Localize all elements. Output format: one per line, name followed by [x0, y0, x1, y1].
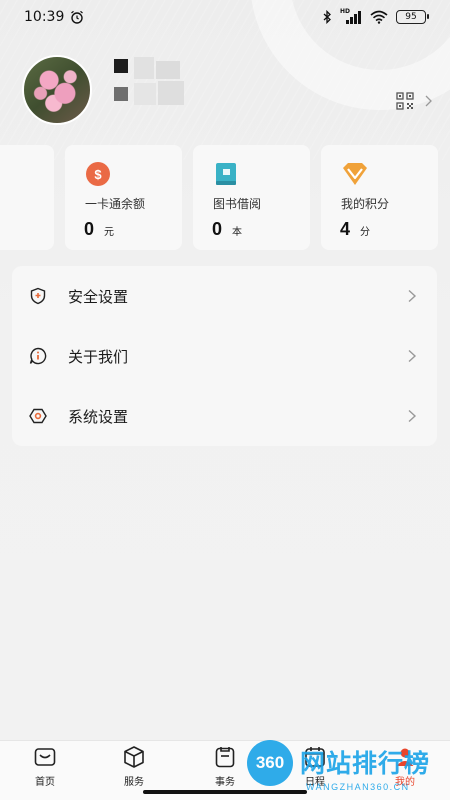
book-icon [216, 163, 236, 185]
stat-label: 一卡通余额 [85, 197, 146, 211]
nav-label: 事务 [215, 777, 235, 788]
home-icon [34, 748, 56, 766]
chevron-right-icon [408, 409, 417, 423]
stat-card-library[interactable]: 图书借阅 0 本 [193, 145, 310, 250]
stat-unit: 分 [360, 227, 371, 238]
menu-item-label: 安全设置 [68, 287, 129, 306]
cube-icon [124, 746, 144, 768]
qr-code-icon [396, 92, 414, 110]
wifi-icon [370, 10, 388, 24]
bluetooth-icon [323, 10, 331, 24]
stat-unit: 元 [104, 227, 115, 238]
settings-hex-icon [29, 408, 47, 424]
stat-card-partial[interactable] [0, 145, 54, 250]
nav-home[interactable]: 首页 [15, 745, 75, 791]
gem-icon [343, 163, 367, 185]
nav-label: 服务 [124, 777, 144, 788]
watermark-subtitle: WANGZHAN360.CN [306, 782, 410, 792]
username-blurred [108, 57, 188, 109]
home-indicator[interactable] [143, 790, 307, 794]
battery-indicator: 95 [396, 10, 429, 24]
chevron-right-icon [408, 349, 417, 363]
menu-item-system-settings[interactable]: 系统设置 [12, 386, 437, 446]
chevron-right-icon [425, 95, 432, 107]
watermark-badge: 360 [247, 740, 293, 786]
chevron-right-icon [408, 289, 417, 303]
network-badge: HD [340, 8, 362, 24]
coin-icon: $ [86, 162, 110, 186]
alarm-icon [71, 10, 84, 24]
stat-value-row: 4 分 [340, 219, 370, 240]
stat-card-card-balance[interactable]: $ 一卡通余额 0 元 [65, 145, 182, 250]
svg-text:$: $ [94, 167, 102, 182]
stat-unit: 本 [232, 227, 243, 238]
settings-menu: 安全设置 关于我们 系统设置 [12, 266, 437, 446]
nav-label: 首页 [35, 777, 55, 788]
stat-card-points[interactable]: 我的积分 4 分 [321, 145, 438, 250]
stat-value-row: 0 元 [84, 219, 114, 240]
stat-value-row: 0 本 [212, 219, 242, 240]
watermark-title: 网站排行榜 [300, 749, 431, 778]
qr-code-button[interactable] [396, 91, 432, 111]
stat-value: 0 [212, 219, 223, 239]
menu-item-label: 关于我们 [68, 347, 129, 366]
profile-header [22, 55, 432, 125]
stat-label: 图书借阅 [213, 197, 262, 211]
stat-label: 我的积分 [341, 197, 390, 211]
clipboard-icon [215, 747, 235, 768]
stat-value: 4 [340, 219, 351, 239]
avatar[interactable] [22, 55, 92, 125]
status-time: 10:39 [24, 9, 65, 25]
menu-item-label: 系统设置 [68, 407, 129, 426]
nav-services[interactable]: 服务 [104, 745, 164, 791]
menu-item-security-settings[interactable]: 安全设置 [12, 266, 437, 326]
signal-icon [346, 11, 361, 24]
info-bubble-icon [29, 347, 47, 365]
shield-icon [30, 287, 46, 305]
stat-value: 0 [84, 219, 95, 239]
nav-affairs[interactable]: 事务 [195, 745, 255, 791]
menu-item-about-us[interactable]: 关于我们 [12, 326, 437, 386]
status-bar: 10:39 HD 95 [0, 0, 450, 34]
